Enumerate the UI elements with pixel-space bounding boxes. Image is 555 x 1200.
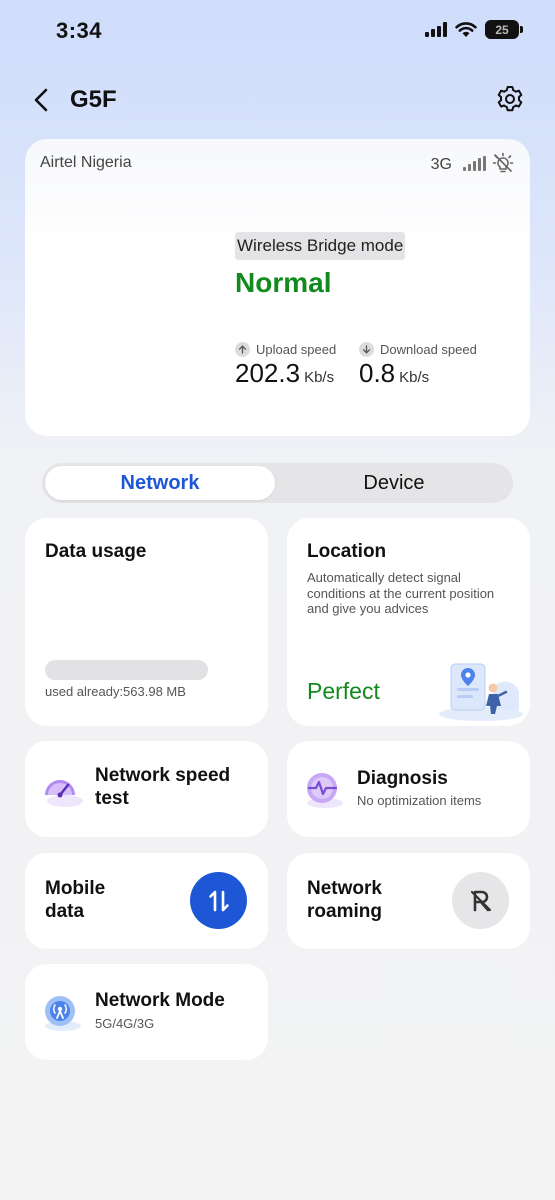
status-time: 3:34 bbox=[56, 18, 103, 43]
connection-status-card: Airtel Nigeria 3G Wireless Bridge mode N… bbox=[25, 139, 530, 436]
status-icons: 25 bbox=[425, 20, 523, 39]
mode-value: Normal bbox=[235, 267, 332, 298]
bulb-icon[interactable] bbox=[492, 152, 514, 174]
page-title: G5F bbox=[70, 86, 117, 113]
mobile-data-title: Mobile data bbox=[45, 878, 106, 922]
download-speed-unit: Kb/s bbox=[399, 369, 430, 386]
speedometer-icon bbox=[45, 780, 83, 807]
tab-switcher: Network Device bbox=[42, 463, 513, 503]
location-illustration bbox=[439, 663, 523, 721]
network-speed-test-title: Network speed test bbox=[95, 765, 231, 809]
upload-label: Upload speed bbox=[235, 342, 336, 357]
network-mode-title: Network Mode bbox=[95, 990, 225, 1011]
roaming-toggle[interactable] bbox=[452, 872, 509, 929]
download-speed: 0.8 Kb/s bbox=[359, 358, 429, 389]
data-usage-bar bbox=[45, 660, 208, 680]
data-transfer-icon bbox=[208, 890, 229, 911]
location-title: Location bbox=[307, 541, 387, 562]
network-roaming-title: Network roaming bbox=[307, 878, 382, 922]
arrow-down-icon bbox=[359, 342, 374, 357]
location-description: Automatically detect signal conditions a… bbox=[307, 570, 495, 616]
upload-speed: 202.3 Kb/s bbox=[235, 358, 334, 389]
network-roaming-card: Network roaming bbox=[287, 853, 530, 949]
network-speed-test-card[interactable]: Network speed test bbox=[25, 741, 268, 837]
location-card[interactable]: Location Automatically detect signal con… bbox=[287, 518, 530, 726]
signal-strength-icon bbox=[463, 156, 486, 171]
data-usage-card[interactable]: Data usage used already:563.98 MB bbox=[25, 518, 268, 726]
signal-icon bbox=[425, 22, 447, 37]
download-label: Download speed bbox=[359, 342, 477, 357]
data-used-text: used already:563.98 MB bbox=[45, 684, 186, 699]
gear-icon[interactable] bbox=[495, 84, 525, 114]
diagnosis-subtitle: No optimization items bbox=[357, 793, 482, 808]
back-arrow-icon[interactable] bbox=[28, 86, 56, 114]
network-mode-card[interactable]: Network Mode 5G/4G/3G bbox=[25, 964, 268, 1060]
battery-level: 25 bbox=[495, 22, 509, 37]
mobile-data-toggle[interactable] bbox=[190, 872, 247, 929]
diagnosis-card[interactable]: Diagnosis No optimization items bbox=[287, 741, 530, 837]
diagnosis-icon bbox=[307, 773, 343, 808]
battery-icon: 25 bbox=[485, 20, 523, 39]
data-usage-title: Data usage bbox=[45, 541, 147, 562]
mobile-data-card: Mobile data bbox=[25, 853, 268, 949]
diagnosis-title: Diagnosis bbox=[357, 768, 448, 789]
carrier-name: Airtel Nigeria bbox=[40, 154, 132, 171]
upload-speed-value: 202.3 bbox=[235, 358, 301, 388]
roaming-icon bbox=[470, 890, 491, 911]
arrow-up-icon bbox=[235, 342, 250, 357]
upload-label-text: Upload speed bbox=[256, 342, 337, 357]
tab-network[interactable]: Network bbox=[45, 466, 275, 500]
download-speed-value: 0.8 bbox=[359, 358, 396, 388]
download-label-text: Download speed bbox=[380, 342, 477, 357]
mode-label: Wireless Bridge mode bbox=[235, 232, 406, 260]
tab-device[interactable]: Device bbox=[278, 466, 510, 500]
wifi-icon bbox=[455, 21, 477, 37]
upload-speed-unit: Kb/s bbox=[304, 369, 335, 386]
network-type: 3G bbox=[430, 156, 452, 173]
network-mode-subtitle: 5G/4G/3G bbox=[95, 1016, 155, 1031]
network-mode-icon bbox=[45, 996, 81, 1031]
location-status: Perfect bbox=[307, 678, 380, 704]
